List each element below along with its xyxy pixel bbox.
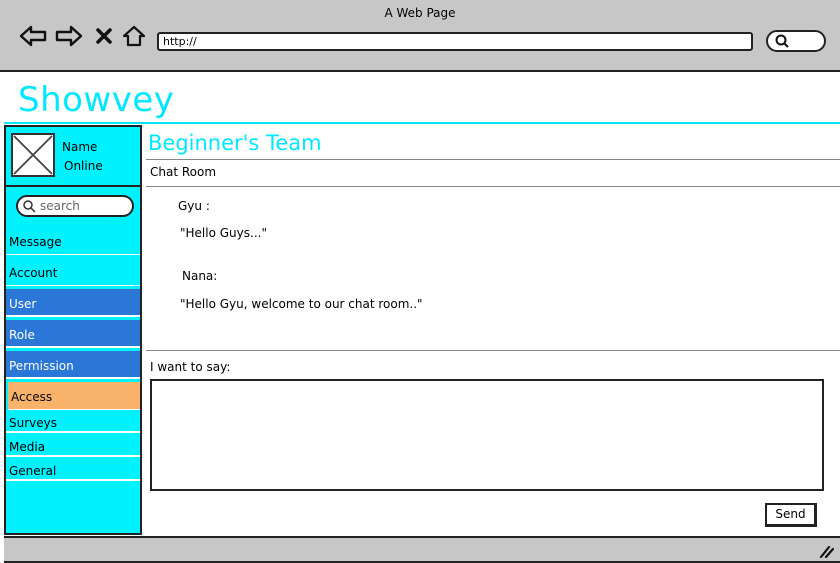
browser-chrome: A Web Page http://: [0, 0, 840, 72]
message-sender: Gyu :: [178, 199, 210, 213]
sidebar-item-access[interactable]: Access: [8, 382, 140, 410]
sidebar-menu: Message Account User Role Permission Acc…: [6, 227, 140, 485]
browser-search-button[interactable]: [766, 30, 826, 52]
brand-logo: Showvey: [18, 80, 175, 120]
close-icon: [96, 28, 112, 44]
sidebar-item-user[interactable]: User: [6, 289, 140, 317]
user-profile: Name Online: [6, 127, 140, 187]
avatar: [11, 133, 55, 177]
sidebar-item-general[interactable]: General: [6, 461, 140, 481]
message-input[interactable]: [150, 379, 824, 491]
brand-header: Showvey: [4, 74, 840, 124]
home-button[interactable]: [120, 22, 148, 50]
message-sender: Nana:: [182, 269, 218, 283]
image-placeholder-icon: [13, 135, 53, 175]
message-text: "Hello Guys...": [180, 226, 267, 240]
message-text: "Hello Gyu, welcome to our chat room..": [180, 297, 423, 311]
chat-log: Gyu : "Hello Guys..." Nana: "Hello Gyu, …: [146, 187, 840, 350]
sidebar-item-role[interactable]: Role: [6, 320, 140, 348]
forward-button[interactable]: [54, 22, 84, 50]
status-bar: [4, 536, 840, 563]
chat-room-label: Chat Room: [150, 165, 217, 179]
stop-button[interactable]: [92, 22, 116, 50]
window-title: A Web Page: [384, 6, 456, 20]
compose-label: I want to say:: [150, 360, 231, 374]
sidebar-item-message[interactable]: Message: [6, 227, 140, 255]
sidebar-item-surveys[interactable]: Surveys: [6, 413, 140, 433]
sidebar: Name Online search Message Account User …: [4, 125, 142, 535]
search-icon: [775, 34, 789, 48]
back-button[interactable]: [18, 22, 48, 50]
page-title: Beginner's Team: [148, 131, 322, 155]
arrow-left-icon: [19, 25, 47, 47]
profile-name: Name: [62, 140, 98, 154]
title-divider: [146, 159, 840, 160]
sidebar-item-permission[interactable]: Permission: [6, 351, 140, 379]
profile-status: Online: [64, 159, 103, 173]
arrow-right-icon: [55, 25, 83, 47]
send-button[interactable]: Send: [765, 503, 817, 527]
home-icon: [122, 25, 146, 47]
chat-divider: [146, 350, 840, 351]
url-input[interactable]: http://: [157, 32, 753, 51]
sidebar-item-media[interactable]: Media: [6, 437, 140, 457]
sidebar-item-account[interactable]: Account: [6, 258, 140, 286]
resize-grip-icon[interactable]: [818, 544, 834, 558]
search-icon: [23, 200, 36, 213]
